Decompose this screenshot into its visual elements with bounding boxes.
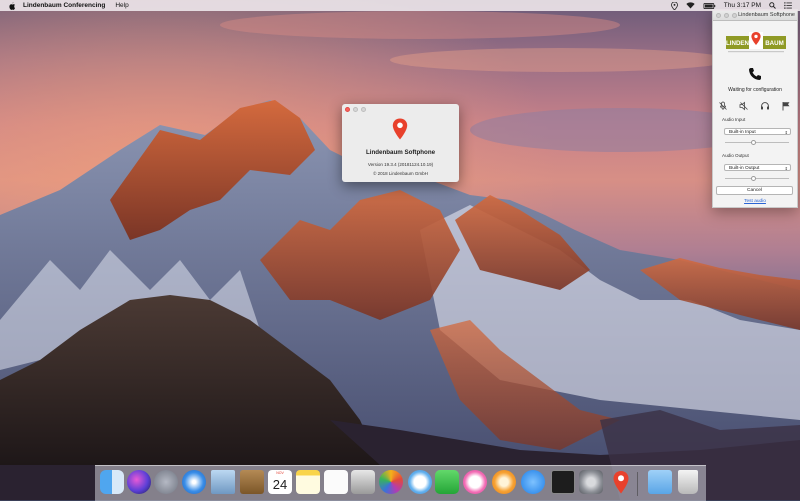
- desktop-wallpaper: [0, 0, 800, 500]
- siri-icon[interactable]: [127, 470, 151, 494]
- softphone-window: Lindenbaum Softphone LINDEN BAUM Waiting…: [712, 9, 798, 208]
- calendar-day: 24: [272, 477, 288, 492]
- headset-icon[interactable]: [760, 101, 770, 111]
- itunes-icon[interactable]: [463, 470, 487, 494]
- window-controls: [345, 107, 366, 112]
- reminders-icon[interactable]: [324, 470, 348, 494]
- notification-center-icon[interactable]: [784, 2, 792, 9]
- menu-app-name[interactable]: Lindenbaum Conferencing: [23, 2, 105, 9]
- audio-output-volume-slider[interactable]: [725, 175, 789, 181]
- audio-input-select[interactable]: Built-in Input ⇕: [724, 128, 791, 135]
- audio-input-label: Audio Input: [722, 117, 746, 122]
- contacts-icon[interactable]: [240, 470, 264, 494]
- svg-text:LINDEN: LINDEN: [726, 40, 750, 47]
- calendar-month: NOV: [276, 471, 284, 475]
- minimize-button[interactable]: [353, 107, 358, 112]
- mute-speaker-icon[interactable]: [739, 101, 749, 111]
- zoom-button[interactable]: [732, 12, 737, 18]
- spotlight-search-icon[interactable]: [769, 2, 776, 9]
- facetime-icon[interactable]: [435, 470, 459, 494]
- safari-icon[interactable]: [182, 470, 206, 494]
- audio-output-label: Audio Output: [722, 153, 749, 158]
- dock-separator: [637, 472, 638, 496]
- select-chevron-icon: ⇕: [784, 130, 788, 135]
- connection-status: Waiting for configuration: [728, 87, 782, 93]
- audio-input-value: Built-in Input: [729, 130, 756, 135]
- slider-knob[interactable]: [751, 175, 757, 181]
- close-button[interactable]: [345, 107, 350, 112]
- lindenbaum-pin-icon: [392, 118, 408, 140]
- calendar-icon[interactable]: NOV 24: [268, 470, 292, 494]
- app-store-icon[interactable]: [521, 470, 545, 494]
- menu-item-help[interactable]: Help: [115, 2, 128, 9]
- menu-extras: Thu 3:17 PM: [670, 1, 800, 10]
- battery-icon[interactable]: [703, 2, 716, 9]
- softphone-titlebar[interactable]: Lindenbaum Softphone: [713, 10, 797, 21]
- close-button[interactable]: [716, 12, 721, 18]
- menu-bar: Lindenbaum Conferencing Help Thu 3:17 PM: [0, 0, 800, 11]
- cancel-button[interactable]: Cancel: [716, 186, 793, 195]
- flag-icon[interactable]: [781, 101, 791, 111]
- apple-menu-icon[interactable]: [8, 1, 16, 10]
- test-audio-link[interactable]: Test audio: [713, 199, 797, 204]
- svg-text:BAUM: BAUM: [765, 40, 784, 47]
- about-app-name: Lindenbaum Softphone: [365, 149, 436, 156]
- about-copyright: © 2018 Lindenbaum GmbH: [373, 171, 428, 176]
- terminal-icon[interactable]: [551, 470, 575, 494]
- menu-clock[interactable]: Thu 3:17 PM: [724, 2, 761, 9]
- window-controls: [716, 12, 737, 18]
- lindenbaum-status-icon[interactable]: [670, 1, 678, 10]
- messages-icon[interactable]: [408, 470, 432, 494]
- downloads-folder-icon[interactable]: [648, 470, 672, 494]
- minimize-button[interactable]: [724, 12, 729, 18]
- about-window: Lindenbaum Softphone Version 19.3.4 (201…: [342, 104, 459, 182]
- call-controls: [718, 101, 791, 111]
- wifi-icon[interactable]: [686, 2, 695, 9]
- trash-icon[interactable]: [678, 470, 698, 494]
- mail-icon[interactable]: [211, 470, 235, 494]
- slider-knob[interactable]: [751, 139, 757, 145]
- photo-booth-icon[interactable]: [351, 470, 375, 494]
- audio-output-value: Built-in Output: [729, 166, 760, 171]
- notes-icon[interactable]: [296, 470, 320, 494]
- system-preferences-icon[interactable]: [579, 470, 603, 494]
- ibooks-icon[interactable]: [492, 470, 516, 494]
- photos-icon[interactable]: [379, 470, 403, 494]
- audio-input-volume-slider[interactable]: [725, 139, 789, 145]
- window-title: Lindenbaum Softphone: [738, 11, 795, 18]
- launchpad-icon[interactable]: [154, 470, 178, 494]
- lindenbaum-icon[interactable]: [609, 470, 633, 494]
- dock: NOV 24: [95, 465, 706, 501]
- phone-handset-icon: [749, 68, 761, 80]
- audio-output-select[interactable]: Built-in Output ⇕: [724, 164, 791, 171]
- lindenbaum-logo: LINDEN BAUM: [726, 32, 786, 53]
- zoom-button[interactable]: [361, 107, 366, 112]
- about-version: Version 19.3.4 (20181124.10.19): [367, 162, 434, 167]
- finder-icon[interactable]: [100, 470, 124, 494]
- mute-microphone-icon[interactable]: [718, 101, 728, 111]
- select-chevron-icon: ⇕: [784, 166, 788, 171]
